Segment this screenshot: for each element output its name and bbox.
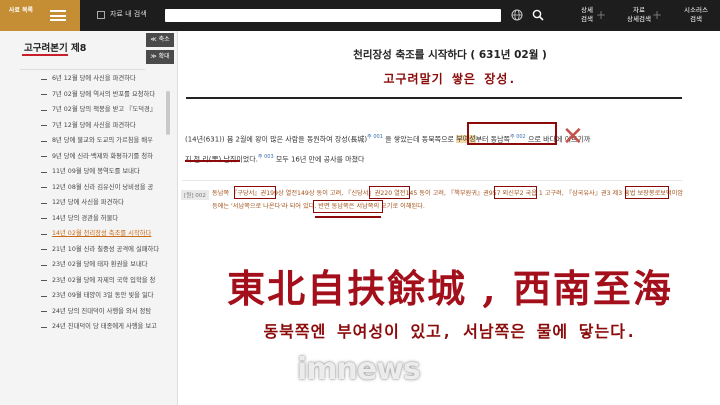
sidebar-item[interactable]: 9년 당에 신라·백제와 화평하기를 청하	[41, 149, 163, 165]
annotation-box	[494, 186, 537, 199]
caption-top: 고구려말기 쌓은 장성.	[383, 72, 517, 86]
sidebar-item[interactable]: 12년 08월 신라 김유신이 낭비성을 공	[41, 180, 163, 196]
footnote-link[interactable]: 주 001	[367, 134, 383, 140]
hamburger-icon[interactable]	[50, 10, 66, 21]
chapter-list: 6년 12월 당에 사신을 파견하다 7년 02월 당에 역서의 반포를 요청하…	[41, 71, 163, 335]
annotation-underline	[185, 160, 240, 162]
hanja-caption: 東北自扶餘城 , 西南至海	[227, 266, 673, 311]
sidebar: 고구려본기 제8 ≪ 축소 ≫ 확대 6년 12월 당에 사신을 파견하다 7년…	[0, 31, 178, 405]
sidebar-item[interactable]: 23년 02월 당에 태자 환권을 보내다	[41, 257, 163, 273]
search-input[interactable]	[165, 9, 501, 22]
sidebar-scrollbar[interactable]	[166, 91, 170, 135]
title-underline	[22, 54, 68, 56]
collapse-button[interactable]: ≪ 축소	[146, 33, 174, 47]
thesaurus-search-button[interactable]: 시소러스 검색	[676, 6, 716, 24]
annotation-box	[467, 122, 557, 145]
sidebar-item[interactable]: 7년 02월 당에 역서의 반포를 요청하다	[41, 87, 163, 103]
sidebar-item[interactable]: 24년 당의 진대덕이 사행을 와서 정탐	[41, 304, 163, 320]
sidebar-divider	[20, 69, 145, 70]
advanced-search-label: 상세 검색	[581, 6, 593, 23]
search-scope-checkbox[interactable]	[97, 11, 105, 19]
sidebar-item[interactable]: 21년 10월 신라 칠중성 공격에 실패하다	[41, 242, 163, 258]
para-text: (14년(631)) 봄 2월에 왕이 많은 사람을 동원하여 장성(長城)	[185, 135, 368, 144]
caption-bottom: 동북쪽엔 부여성이 있고, 서남쪽은 물에 닿는다.	[263, 322, 637, 341]
sidebar-item[interactable]: 8년 당에 불교와 도교의 가르침을 배우	[41, 133, 163, 149]
catalog-menu-button[interactable]: 사료 목록	[0, 0, 80, 31]
material-search-label: 자료 상세검색	[627, 6, 651, 23]
plus-icon: +	[652, 8, 663, 22]
article-paragraph: (14년(631)) 봄 2월에 왕이 많은 사람을 동원하여 장성(長城)주 …	[185, 128, 685, 169]
footnote-link[interactable]: 주 003	[258, 154, 274, 160]
sidebar-item[interactable]: 7년 02월 당의 책봉을 받고 『도덕경』	[41, 102, 163, 118]
cross-mark-icon: ✕	[562, 122, 584, 152]
globe-icon[interactable]	[511, 9, 523, 21]
search-scope-label: 자료 내 검색	[110, 10, 147, 18]
sidebar-item[interactable]: 24년 진대덕이 당 태종에게 사행을 보고	[41, 319, 163, 335]
footnote-text: 동남쪽 『구당서』권199상 열전149상 동이 고려, 『신당서』권220 열…	[212, 190, 684, 210]
search-icon[interactable]	[532, 9, 544, 21]
expand-button[interactable]: ≫ 확대	[146, 50, 174, 64]
broadcaster-watermark: imnews	[297, 352, 421, 387]
sidebar-item[interactable]: 23년 02월 당에 자제의 국학 입학을 청	[41, 273, 163, 289]
sidebar-item[interactable]: 7년 12월 당에 사신을 파견하다	[41, 118, 163, 134]
title-rule	[186, 97, 682, 99]
footnote-tag[interactable]: [원] 002	[181, 190, 209, 200]
annotation-box	[234, 186, 276, 199]
sidebar-item[interactable]: 14년 당의 경관을 허물다	[41, 211, 163, 227]
sidebar-item[interactable]: 11년 09월 당에 봉역도를 보내다	[41, 164, 163, 180]
sidebar-item[interactable]: 23년 09월 태양이 3일 동안 빛을 잃다	[41, 288, 163, 304]
para-text: 을 쌓았는데	[382, 135, 422, 144]
sidebar-item[interactable]: 6년 12월 당에 사신을 파견하다	[41, 71, 163, 87]
sidebar-item[interactable]: 12년 당에 사신을 파견하다	[41, 195, 163, 211]
para-text: 모두 16년 만에 공사를 마쳤다	[273, 155, 365, 164]
sidebar-title: 고구려본기 제8	[24, 43, 87, 54]
thesaurus-search-label: 시소러스 검색	[684, 6, 708, 23]
plus-icon: +	[596, 8, 607, 22]
annotation-box	[625, 186, 669, 199]
top-bar: 사료 목록 자료 내 검색 상세 검색 + 자료 상세검색 + 시소러스 검색	[0, 0, 720, 31]
para-text: 동북쪽으로	[421, 135, 457, 144]
sidebar-item-active[interactable]: 14년 02월 천리장성 축조를 시작하다	[41, 226, 163, 242]
annotation-box	[369, 186, 410, 199]
catalog-label: 사료 목록	[8, 7, 34, 14]
article-title: 천리장성 축조를 시작하다 ( 631년 02월 )	[353, 49, 547, 61]
annotation-box	[313, 200, 383, 213]
footnote-separator	[182, 180, 682, 181]
annotation-underline	[315, 216, 381, 218]
